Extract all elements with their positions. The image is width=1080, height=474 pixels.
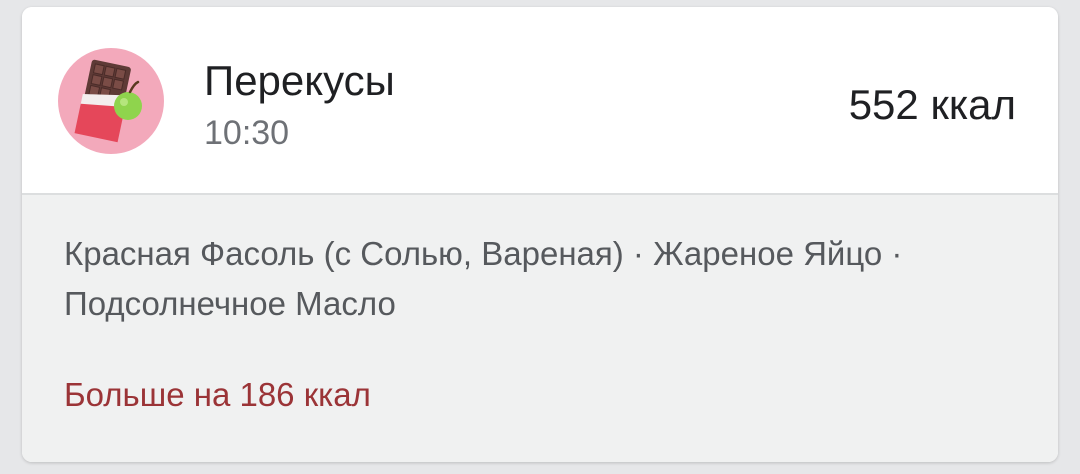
chocolate-apple-icon: [74, 59, 142, 143]
food-list-line: Подсолнечное Масло: [64, 285, 396, 322]
meal-card-body[interactable]: Красная Фасоль (с Солью, Вареная) · Жаре…: [22, 195, 1058, 462]
food-list: Красная Фасоль (с Солью, Вареная) · Жаре…: [64, 229, 1014, 329]
meal-title: Перекусы: [204, 57, 395, 104]
food-list-line: Красная Фасоль (с Солью, Вареная) · Жаре…: [64, 235, 903, 272]
snack-avatar: [58, 48, 164, 154]
meal-time: 10:30: [204, 114, 290, 152]
more-calories-link[interactable]: Больше на 186 ккал: [64, 375, 371, 415]
meal-card-header[interactable]: Перекусы 10:30 552 ккал: [22, 7, 1058, 195]
meal-calories: 552 ккал: [848, 81, 1016, 128]
meal-card[interactable]: Перекусы 10:30 552 ккал Красная Фасоль (…: [22, 7, 1058, 462]
